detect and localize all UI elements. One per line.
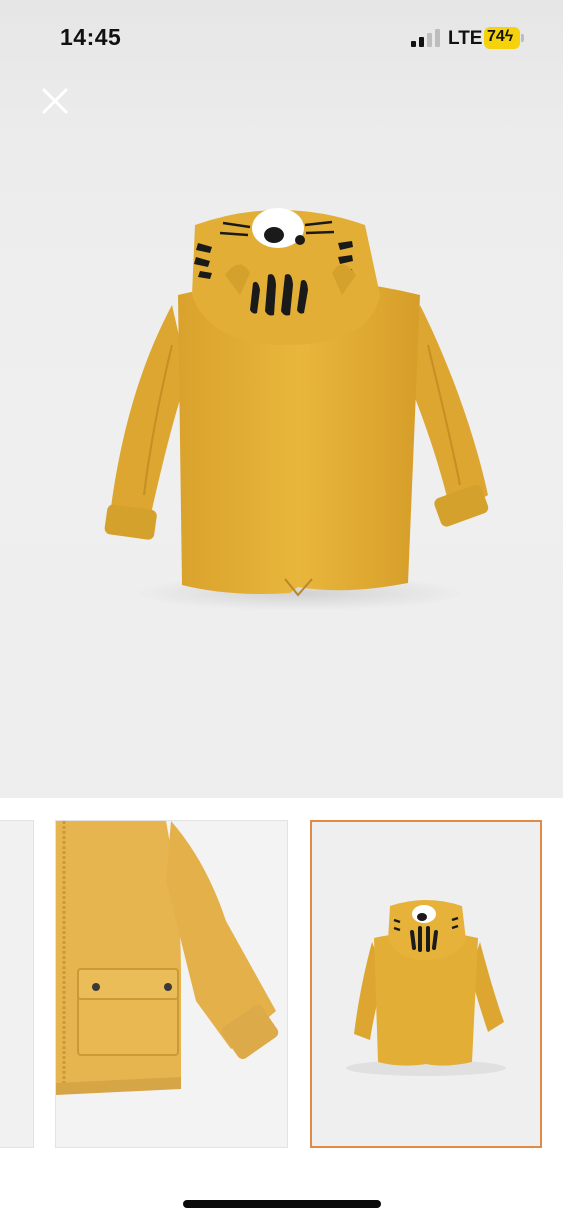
network-type: LTE <box>448 28 483 49</box>
status-time: 14:45 <box>60 24 122 50</box>
battery-percent: 74 <box>487 28 505 45</box>
battery-icon: 74ϟ <box>484 27 524 49</box>
thumbnail-jacket-back-view-selected[interactable] <box>310 820 542 1148</box>
close-button[interactable] <box>38 84 72 118</box>
jacket-back-image[interactable] <box>100 195 500 615</box>
thumbnail-image-3 <box>346 900 506 1076</box>
image-viewer[interactable]: 14:45 LTE 74ϟ <box>0 0 563 798</box>
battery-level-text: 74ϟ <box>487 28 513 46</box>
signal-strength-icon <box>411 29 440 47</box>
close-icon <box>42 88 68 114</box>
product-image-gallery: 14:45 LTE 74ϟ <box>0 0 563 1219</box>
thumbnail-jacket-pocket-detail[interactable] <box>55 820 288 1148</box>
thumbnail-jacket-side-partial[interactable] <box>0 820 34 1148</box>
charging-bolt-icon: ϟ <box>504 28 514 45</box>
battery-cap <box>521 34 524 42</box>
home-indicator[interactable] <box>183 1200 381 1208</box>
thumbnail-strip[interactable] <box>0 798 563 1160</box>
thumbnail-image-2 <box>56 821 279 1095</box>
thumbnail-image-1 <box>0 821 34 1148</box>
status-bar: 14:45 LTE 74ϟ <box>0 0 563 76</box>
